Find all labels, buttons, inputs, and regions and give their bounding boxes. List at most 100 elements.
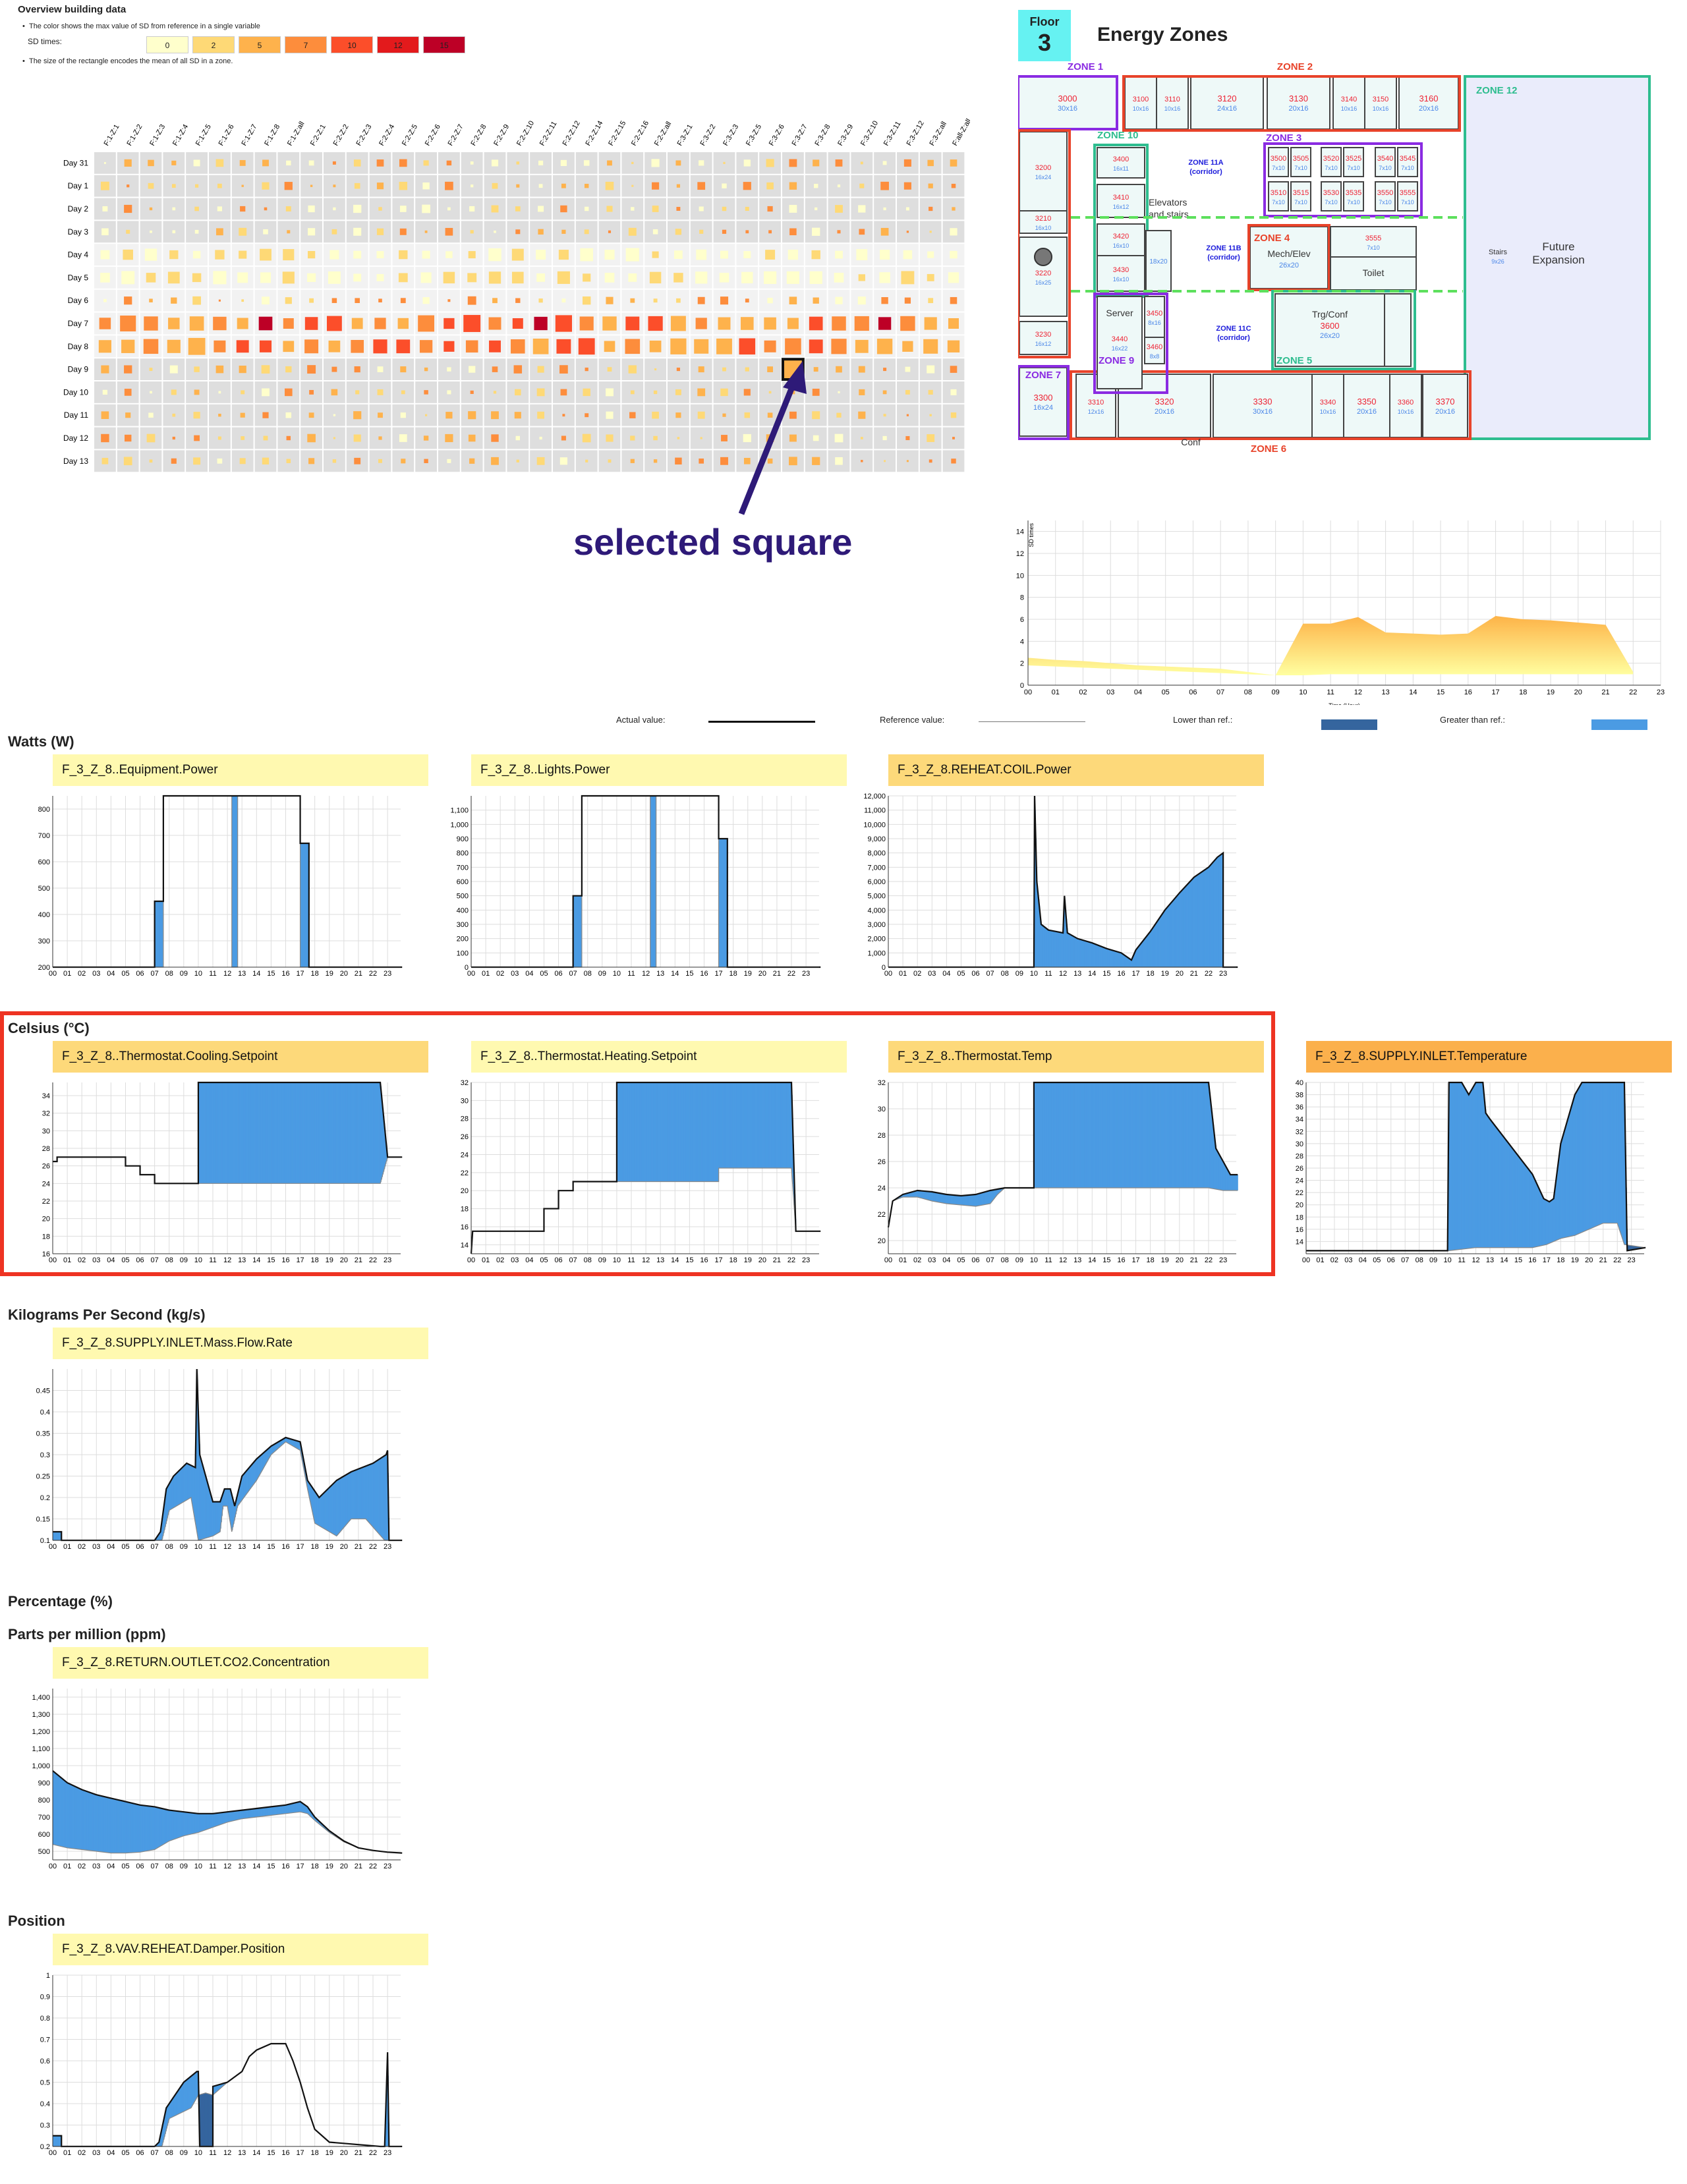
y-tick-label: 700 <box>457 864 469 872</box>
x-tick-label: 21 <box>1190 970 1198 978</box>
heatmap-row-label: Day 2 <box>68 204 89 213</box>
y-tick-label: 8,000 <box>867 850 886 858</box>
heatmap-square <box>447 367 451 372</box>
x-tick-label: 04 <box>107 970 115 978</box>
heatmap-square <box>397 318 409 329</box>
x-tick-label: 18 <box>729 970 737 978</box>
x-tick-label: 18 <box>311 1862 319 1870</box>
x-tick-label: 01 <box>63 2149 71 2157</box>
heatmap-square <box>950 366 958 373</box>
heatmap-square <box>217 458 223 464</box>
heatmap-square <box>468 411 476 420</box>
heatmap-square <box>675 389 681 395</box>
room-size: 10x16 <box>1373 105 1389 112</box>
heatmap-column-label: F:3-Z:7 <box>791 123 809 148</box>
chart-title: F_3_Z_8.SUPPLY.INLET.Temperature <box>1306 1041 1672 1073</box>
floor-badge[interactable]: Floor 3 <box>1018 10 1071 61</box>
y-tick-label: 1,200 <box>32 1728 50 1736</box>
x-tick-label: 02 <box>913 970 921 978</box>
heatmap-square <box>928 389 933 395</box>
heatmap-square <box>722 183 727 188</box>
heatmap-column-label: F:1-Z:3 <box>148 123 167 148</box>
heatmap-square <box>584 183 589 188</box>
heatmap-square <box>652 206 659 212</box>
heatmap-square <box>927 159 934 167</box>
x-tick-label: 02 <box>78 1543 86 1551</box>
heatmap-square <box>399 434 407 442</box>
x-tick-label: 00 <box>884 1256 892 1264</box>
y-tick-label: 24 <box>461 1151 469 1159</box>
room-number: 3120 <box>1218 94 1237 103</box>
heatmap-square <box>699 229 704 234</box>
x-tick-label: 01 <box>63 1256 71 1264</box>
x-tick-label: 17 <box>296 1256 304 1264</box>
x-tick-label: 06 <box>971 970 979 978</box>
heatmap-row-label: Day 4 <box>68 250 89 260</box>
heatmap-square <box>172 207 176 211</box>
chart-title: F_3_Z_8..Equipment.Power <box>53 754 428 786</box>
heatmap-square <box>239 365 246 374</box>
x-tick-label: 20 <box>340 1543 348 1551</box>
x-tick-label: 04 <box>525 1256 533 1264</box>
heatmap-square <box>676 184 681 188</box>
heatmap-square <box>741 317 754 330</box>
x-tick-label: 03 <box>511 1256 519 1264</box>
y-tick-label: 20 <box>42 1216 50 1223</box>
heatmap-square <box>625 248 639 262</box>
heatmap-square <box>859 229 865 235</box>
heatmap-column-label: F:3-Z:8 <box>813 123 832 148</box>
overview-heatmap[interactable]: F:1-Z:1 F:1-Z:2 F:1-Z:3 F:1-Z:4 F:1-Z:5 F:1-Z… <box>14 99 970 488</box>
x-tick-label: 07 <box>151 1543 159 1551</box>
heatmap-square <box>101 365 109 374</box>
x-tick-label: 18 <box>311 1256 319 1264</box>
heatmap-square <box>424 367 428 372</box>
room-size: 30x16 <box>1058 105 1077 113</box>
y-tick-label: 28 <box>461 1115 469 1123</box>
heatmap-square <box>743 159 751 167</box>
heatmap-square <box>285 366 292 373</box>
x-tick-label: 15 <box>267 1256 275 1264</box>
floor-plan-map[interactable]: 3000 30x16 3100 10x16 3110 10x16 3120 24x16 3130… <box>1018 59 1677 468</box>
x-tick-label: 09 <box>1272 688 1280 696</box>
heatmap-square <box>511 248 524 261</box>
x-tick-label: 20 <box>340 970 348 978</box>
heatmap-square <box>101 434 109 443</box>
heatmap-square <box>399 206 407 212</box>
x-tick-label: 10 <box>1444 1256 1452 1264</box>
heatmap-column-label: F:2-Z:7 <box>447 123 465 148</box>
y-tick-label: 1,100 <box>450 807 469 815</box>
heatmap-square <box>262 388 270 397</box>
heatmap-square <box>674 250 683 259</box>
heatmap-square <box>905 435 910 441</box>
x-tick-label: 18 <box>1557 1256 1564 1264</box>
x-tick-label: 00 <box>49 2149 57 2157</box>
x-tick-label: 19 <box>744 1256 752 1264</box>
room-number: 3350 <box>1358 397 1377 406</box>
heatmap-square <box>654 368 657 371</box>
x-tick-label: 14 <box>252 1543 260 1551</box>
heatmap-square <box>283 249 295 261</box>
y-tick-label: 30 <box>1296 1140 1303 1148</box>
sd-legend-item: 12 <box>377 36 419 53</box>
y-tick-label: 11,000 <box>864 807 886 815</box>
x-tick-label: 15 <box>267 2149 275 2157</box>
heatmap-square <box>838 391 840 394</box>
room-number: 3310 <box>1088 399 1104 406</box>
heatmap-row-label: Day 6 <box>68 296 89 305</box>
x-tick-label: 01 <box>1316 1256 1324 1264</box>
heatmap-square <box>258 316 273 331</box>
x-tick-label: 10 <box>613 970 621 978</box>
x-tick-label: 16 <box>1117 1256 1125 1264</box>
heatmap-square <box>511 339 525 354</box>
y-tick-label: 14 <box>1296 1238 1303 1246</box>
heatmap-square <box>240 412 245 418</box>
x-tick-label: 09 <box>180 970 188 978</box>
heatmap-square <box>906 231 909 233</box>
zone-label: ZONE 1 <box>1068 61 1103 72</box>
heatmap-square <box>584 229 589 235</box>
heatmap-column-label: F:3-Z:6 <box>768 123 786 148</box>
heatmap-column-label: F:3-Z:10 <box>859 119 880 147</box>
heatmap-square <box>239 227 247 236</box>
x-tick-label: 20 <box>758 970 766 978</box>
heatmap-square <box>811 250 820 260</box>
